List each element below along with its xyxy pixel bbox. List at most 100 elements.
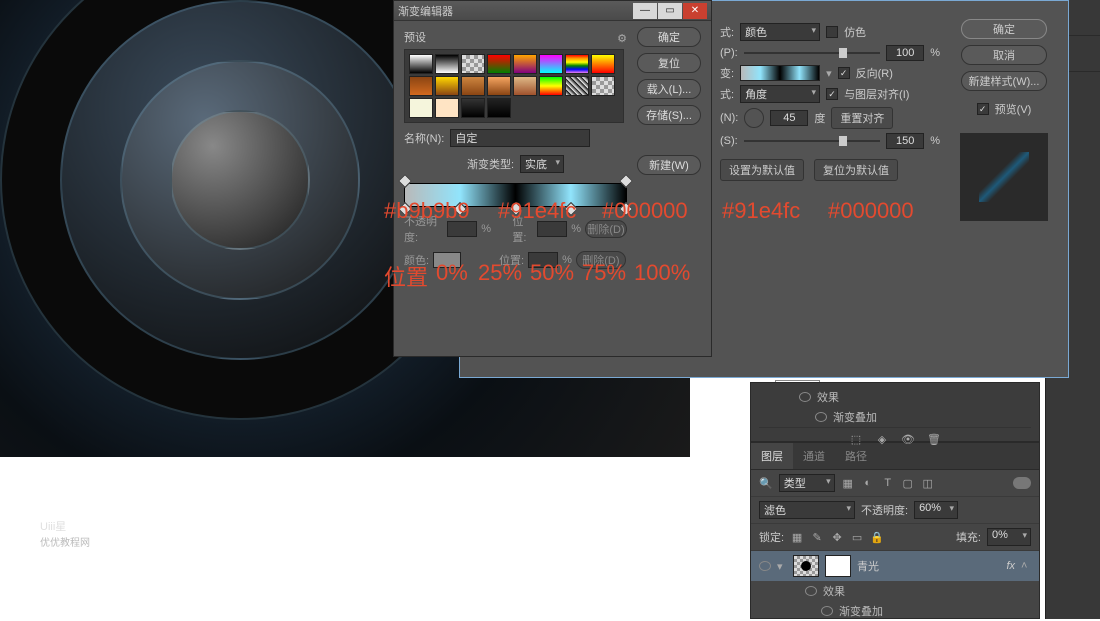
lock-artboard-icon[interactable]: ▭: [850, 530, 864, 544]
lock-position-icon[interactable]: ✥: [830, 530, 844, 544]
layer-row[interactable]: ▾ 青光 fx ˄: [751, 551, 1039, 581]
visibility-icon[interactable]: [759, 561, 771, 571]
mask-thumb[interactable]: [825, 555, 851, 577]
preset-swatch[interactable]: [513, 54, 537, 74]
effects-list: 效果 渐变叠加 ⬚ ◈ 👁 🗑: [750, 382, 1040, 442]
reset-align-button[interactable]: 重置对齐: [831, 107, 893, 129]
close-button[interactable]: ✕: [683, 3, 707, 19]
visibility-icon[interactable]: [815, 412, 827, 422]
effects-label: 效果: [817, 389, 839, 405]
ok-button[interactable]: 确定: [961, 19, 1047, 39]
ok-button[interactable]: 确定: [637, 27, 701, 47]
preview-checkbox[interactable]: ✓: [977, 103, 989, 115]
preset-swatch[interactable]: [487, 54, 511, 74]
preset-swatch[interactable]: [565, 76, 589, 96]
visibility-icon[interactable]: 👁: [901, 432, 915, 446]
preset-swatch[interactable]: [461, 54, 485, 74]
presets-label: 预设: [404, 29, 426, 45]
annotation-position: 75%: [582, 260, 626, 286]
filter-adjust-icon[interactable]: ◐: [861, 476, 875, 490]
lock-transparency-icon[interactable]: ▦: [790, 530, 804, 544]
visibility-icon[interactable]: [805, 586, 817, 596]
visibility-icon[interactable]: [799, 392, 811, 402]
preset-swatch[interactable]: [435, 54, 459, 74]
cancel-button[interactable]: 取消: [961, 45, 1047, 65]
dither-checkbox[interactable]: [826, 26, 838, 38]
titlebar[interactable]: 渐变编辑器 — ▭ ✕: [394, 1, 711, 21]
filter-type-icon[interactable]: T: [881, 476, 895, 490]
align-checkbox[interactable]: ✓: [826, 88, 838, 100]
fill-dropdown[interactable]: 0%: [987, 528, 1031, 546]
preset-swatch[interactable]: [461, 76, 485, 96]
lock-paint-icon[interactable]: ✎: [810, 530, 824, 544]
layer-thumb[interactable]: [793, 555, 819, 577]
preset-swatch[interactable]: [487, 98, 511, 118]
reverse-checkbox[interactable]: ✓: [838, 67, 850, 79]
preset-swatch[interactable]: [435, 98, 459, 118]
preset-swatch[interactable]: [539, 76, 563, 96]
chevron-down-icon[interactable]: ▾: [777, 560, 787, 573]
preset-swatch[interactable]: [435, 76, 459, 96]
link-icon[interactable]: ⬚: [849, 432, 863, 446]
trash-icon[interactable]: 🗑: [927, 432, 941, 446]
minimize-button[interactable]: —: [633, 3, 657, 19]
gradient-preview-swatch[interactable]: [740, 65, 820, 81]
opacity-slider[interactable]: [744, 52, 880, 54]
save-button[interactable]: 存储(S)...: [637, 105, 701, 125]
set-default-button[interactable]: 设置为默认值: [720, 159, 804, 181]
opacity-label: 不透明度:: [861, 502, 908, 518]
preset-swatch[interactable]: [591, 54, 615, 74]
filter-pixel-icon[interactable]: ▦: [841, 476, 855, 490]
visibility-icon[interactable]: [821, 606, 833, 616]
opacity-dropdown[interactable]: 60%: [914, 501, 958, 519]
preset-swatch[interactable]: [565, 54, 589, 74]
search-icon: 🔍: [759, 477, 773, 490]
annotation-position: 100%: [634, 260, 690, 286]
opacity-label: (P):: [720, 47, 738, 59]
chevron-down-icon[interactable]: ▾: [826, 67, 832, 80]
preset-swatch[interactable]: [487, 76, 511, 96]
angle-label: (N):: [720, 112, 738, 124]
opacity-stop[interactable]: [398, 174, 412, 188]
preset-swatch[interactable]: [409, 98, 433, 118]
gear-icon[interactable]: ⚙: [617, 32, 627, 45]
scale-slider[interactable]: [744, 140, 880, 142]
maximize-button[interactable]: ▭: [658, 3, 682, 19]
opacity-stop[interactable]: [619, 174, 633, 188]
filter-smart-icon[interactable]: ◫: [921, 476, 935, 490]
filter-shape-icon[interactable]: ▢: [901, 476, 915, 490]
preview-graphic: [979, 152, 1029, 202]
reset-default-button[interactable]: 复位为默认值: [814, 159, 898, 181]
filter-type-dropdown[interactable]: 类型: [779, 474, 835, 492]
preview-label: 预览(V): [995, 101, 1032, 117]
watermark-sub: 优优教程网: [40, 534, 90, 549]
preset-grid: [404, 49, 624, 123]
gradient-type-dropdown[interactable]: 实底: [520, 155, 564, 173]
preset-swatch[interactable]: [591, 76, 615, 96]
angle-input[interactable]: [770, 110, 808, 126]
style-label: 式:: [720, 86, 734, 102]
fx-badge[interactable]: fx: [1006, 560, 1015, 572]
preset-swatch[interactable]: [409, 76, 433, 96]
style-dropdown[interactable]: 角度: [740, 85, 820, 103]
preset-swatch[interactable]: [409, 54, 433, 74]
blend-mode-dropdown[interactable]: 颜色: [740, 23, 820, 41]
annotation-color: #b9b9b9: [384, 198, 470, 224]
filter-toggle[interactable]: [1013, 477, 1031, 489]
preset-swatch[interactable]: [513, 76, 537, 96]
name-input[interactable]: [450, 129, 590, 147]
preset-swatch[interactable]: [461, 98, 485, 118]
new-style-button[interactable]: 新建样式(W)...: [961, 71, 1047, 91]
lock-all-icon[interactable]: 🔒: [870, 530, 884, 544]
load-button[interactable]: 载入(L)...: [637, 79, 701, 99]
layers-panel: 图层 通道 路径 🔍 类型 ▦ ◐ T ▢ ◫ 滤色 不透明度: 60% 锁定:…: [750, 442, 1040, 619]
chevron-up-icon[interactable]: ˄: [1021, 560, 1031, 572]
scale-input[interactable]: [886, 133, 924, 149]
opacity-input[interactable]: [886, 45, 924, 61]
preset-swatch[interactable]: [539, 54, 563, 74]
blend-mode-dropdown[interactable]: 滤色: [759, 501, 855, 519]
fx-icon[interactable]: ◈: [875, 432, 889, 446]
reset-button[interactable]: 复位: [637, 53, 701, 73]
new-button[interactable]: 新建(W): [637, 155, 701, 175]
angle-dial[interactable]: [744, 108, 764, 128]
